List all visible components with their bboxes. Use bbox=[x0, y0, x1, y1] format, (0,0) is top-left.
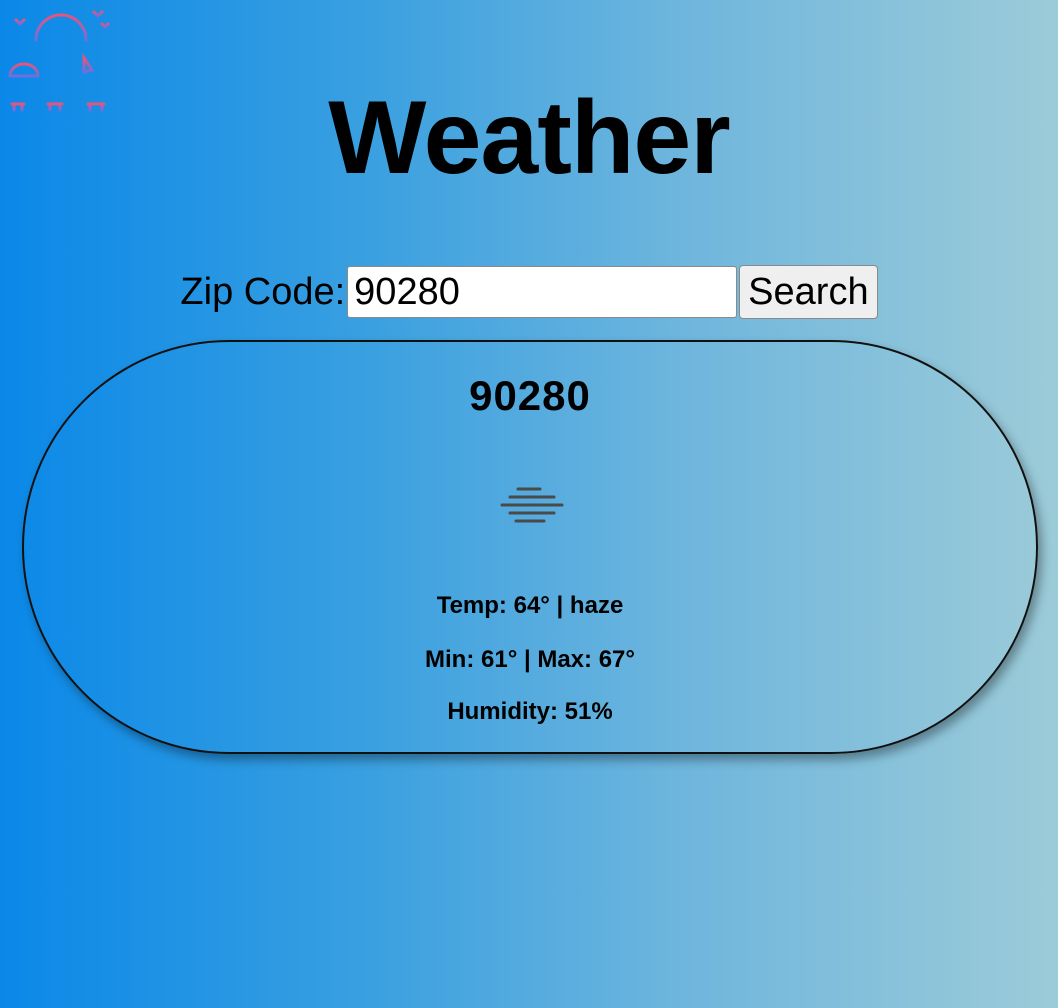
humidity-text: Humidity: 51% bbox=[447, 698, 613, 725]
result-zip-code: 90280 bbox=[469, 372, 591, 419]
temperature-text: Temp: 64° | haze bbox=[436, 592, 624, 619]
zip-code-input[interactable] bbox=[347, 266, 738, 318]
page-title: Weather bbox=[328, 80, 730, 196]
search-form: Zip Code: Search bbox=[0, 264, 1058, 320]
zip-code-label: Zip Code: bbox=[180, 271, 346, 313]
min-max-text: Min: 61° | Max: 67° bbox=[425, 646, 635, 673]
haze-icon bbox=[498, 486, 566, 530]
weather-result-card: 90280 Temp: 64° | haze Min: 61° | Max: 6… bbox=[22, 340, 1038, 754]
search-button[interactable]: Search bbox=[739, 265, 878, 319]
